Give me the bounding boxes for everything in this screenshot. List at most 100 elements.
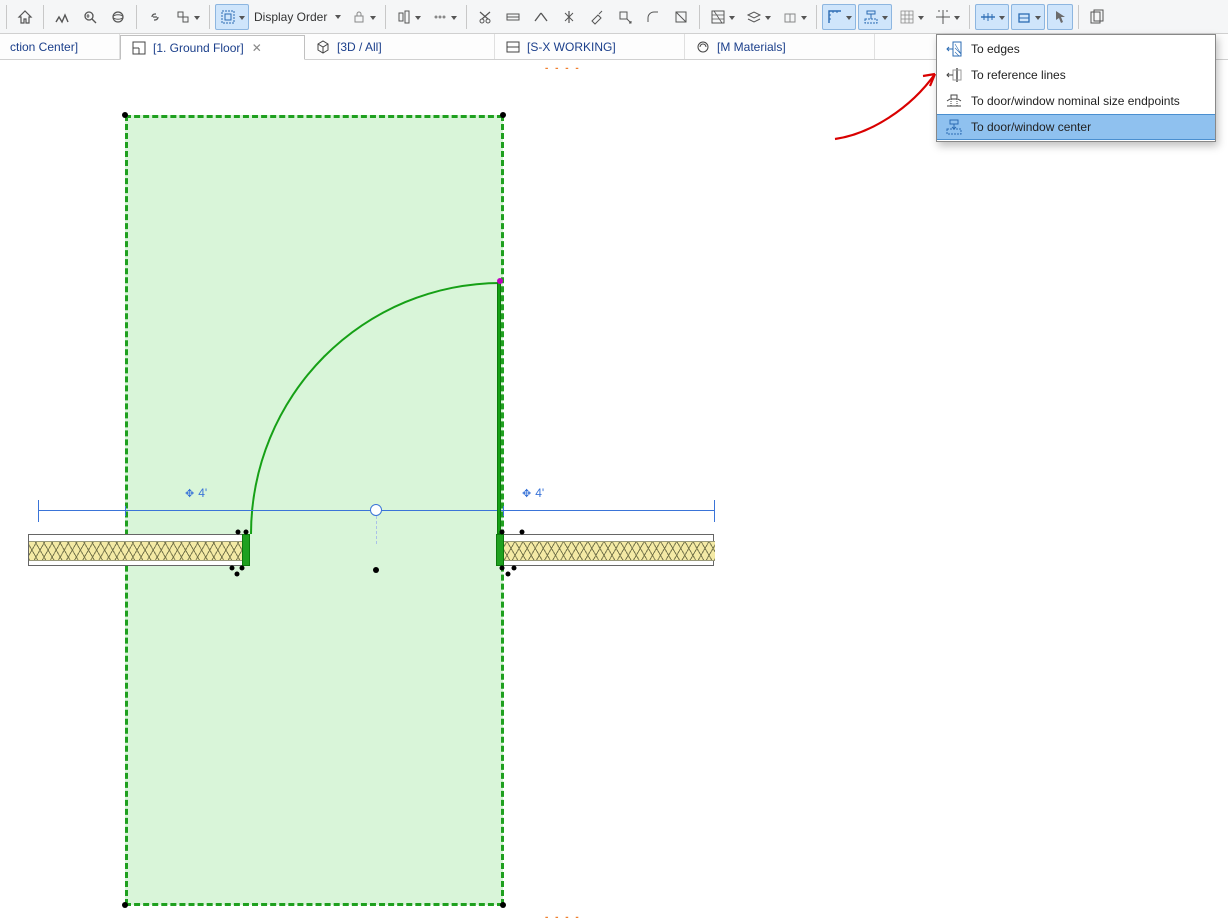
snap-dimension-menu[interactable] bbox=[858, 4, 892, 30]
dimension-snap-dropdown: To edges To reference lines To door/wind… bbox=[936, 34, 1216, 142]
arrange-menu[interactable] bbox=[170, 4, 204, 30]
floorplan-icon bbox=[131, 40, 147, 56]
selection-handle[interactable] bbox=[500, 530, 505, 535]
dimension-tick bbox=[125, 506, 126, 516]
selection-handle[interactable] bbox=[240, 566, 245, 571]
chevron-down-icon bbox=[729, 16, 735, 20]
guideline-display-menu[interactable] bbox=[975, 4, 1009, 30]
toolbar-separator bbox=[209, 5, 210, 29]
cursor-snap-icon[interactable] bbox=[1047, 4, 1073, 30]
room-edge bbox=[125, 115, 503, 118]
chevron-down-icon bbox=[882, 16, 888, 20]
dimension-value-left[interactable]: ✥4' bbox=[185, 486, 207, 500]
zoom-lock-icon[interactable] bbox=[77, 4, 103, 30]
dimension-center-marker[interactable] bbox=[370, 504, 382, 516]
closure-icon[interactable] bbox=[500, 4, 526, 30]
grouping-menu[interactable] bbox=[215, 4, 249, 30]
door-jamb-left bbox=[242, 534, 250, 566]
selection-handle[interactable] bbox=[500, 566, 505, 571]
align-menu[interactable] bbox=[391, 4, 425, 30]
tab-label: [S-X WORKING] bbox=[527, 40, 616, 54]
tab-ground-floor[interactable]: [1. Ground Floor] ✕ bbox=[120, 35, 305, 60]
selection-handle[interactable] bbox=[520, 530, 525, 535]
to-edges-icon bbox=[945, 40, 963, 58]
dimension-tick bbox=[503, 506, 504, 516]
resize-icon[interactable] bbox=[668, 4, 694, 30]
menu-item-to-door-window-center[interactable]: To door/window center bbox=[937, 114, 1215, 140]
trim-icon[interactable] bbox=[528, 4, 554, 30]
link-icon[interactable] bbox=[142, 4, 168, 30]
menu-item-to-reference-lines[interactable]: To reference lines bbox=[937, 62, 1215, 88]
wall-insulation bbox=[501, 541, 715, 561]
chevron-down-icon bbox=[370, 16, 376, 20]
corner-handle[interactable] bbox=[122, 902, 128, 908]
settings-icon[interactable] bbox=[1084, 4, 1110, 30]
grid-display-menu[interactable] bbox=[894, 4, 928, 30]
chevron-down-icon bbox=[239, 16, 245, 20]
snap-surface-menu[interactable] bbox=[1011, 4, 1045, 30]
tab-action-center[interactable]: ction Center] bbox=[0, 34, 120, 59]
snap-grid-menu[interactable] bbox=[930, 4, 964, 30]
close-icon[interactable]: ✕ bbox=[250, 41, 264, 55]
tab-label: ction Center] bbox=[10, 40, 78, 54]
section-icon bbox=[505, 39, 521, 55]
guide-mark-top: - - - - bbox=[545, 63, 581, 74]
corner-handle[interactable] bbox=[500, 112, 506, 118]
dimension-text: 4' bbox=[198, 486, 207, 500]
selection-handle[interactable] bbox=[236, 530, 241, 535]
wall-segment-right[interactable] bbox=[500, 534, 714, 566]
display-order-label[interactable]: Display Order bbox=[250, 10, 345, 24]
selection-handle[interactable] bbox=[244, 530, 249, 535]
tab-label: [M Materials] bbox=[717, 40, 786, 54]
selection-handle[interactable] bbox=[230, 566, 235, 571]
corner-handle[interactable] bbox=[500, 902, 506, 908]
lock-layers-menu[interactable] bbox=[346, 4, 380, 30]
fillet-icon[interactable] bbox=[640, 4, 666, 30]
main-toolbar: Display Order bbox=[0, 0, 1228, 34]
dimension-endpoint[interactable] bbox=[714, 500, 715, 522]
corner-handle[interactable] bbox=[122, 112, 128, 118]
menu-item-label: To door/window nominal size endpoints bbox=[971, 94, 1180, 108]
toolbar-separator bbox=[699, 5, 700, 29]
tab-materials[interactable]: [M Materials] bbox=[685, 34, 875, 59]
toolbar-separator bbox=[6, 5, 7, 29]
distribute-menu[interactable] bbox=[427, 4, 461, 30]
dimension-endpoint[interactable] bbox=[38, 500, 39, 522]
display-order-text: Display Order bbox=[254, 10, 327, 24]
ruler-menu[interactable] bbox=[822, 4, 856, 30]
wall-segment-left[interactable] bbox=[28, 534, 244, 566]
drawing-canvas[interactable]: - - - - ✥4' ✥4' bbox=[0, 60, 1228, 924]
solid-display-menu[interactable] bbox=[777, 4, 811, 30]
selection-handle[interactable] bbox=[506, 572, 511, 577]
adjust-icon[interactable] bbox=[584, 4, 610, 30]
toolbar-separator bbox=[1078, 5, 1079, 29]
chevron-down-icon bbox=[801, 16, 807, 20]
extend-icon[interactable] bbox=[612, 4, 638, 30]
selection-handle[interactable] bbox=[235, 572, 240, 577]
menu-item-label: To edges bbox=[971, 42, 1020, 56]
cut-icon[interactable] bbox=[472, 4, 498, 30]
door-center-point[interactable] bbox=[373, 567, 379, 573]
tab-sx-working[interactable]: [S-X WORKING] bbox=[495, 34, 685, 59]
split-icon[interactable] bbox=[556, 4, 582, 30]
tab-3d-all[interactable]: [3D / All] bbox=[305, 34, 495, 59]
guide-mark-bottom: - - - - bbox=[545, 912, 581, 923]
orbit-icon[interactable] bbox=[105, 4, 131, 30]
home-icon[interactable] bbox=[12, 4, 38, 30]
selection-handle[interactable] bbox=[512, 566, 517, 571]
materials-icon bbox=[695, 39, 711, 55]
cube-icon bbox=[315, 39, 331, 55]
trace-reference-icon[interactable] bbox=[49, 4, 75, 30]
to-reference-lines-icon bbox=[945, 66, 963, 84]
chevron-down-icon bbox=[918, 16, 924, 20]
chevron-down-icon bbox=[1035, 16, 1041, 20]
door-jamb-right bbox=[496, 534, 504, 566]
hatch-display-menu[interactable] bbox=[705, 4, 739, 30]
layer-display-menu[interactable] bbox=[741, 4, 775, 30]
dimension-value-right[interactable]: ✥4' bbox=[522, 486, 544, 500]
menu-item-to-nominal-endpoints[interactable]: To door/window nominal size endpoints bbox=[937, 88, 1215, 114]
chevron-down-icon bbox=[194, 16, 200, 20]
door-hinge-point[interactable] bbox=[497, 278, 503, 284]
chevron-down-icon bbox=[415, 16, 421, 20]
menu-item-to-edges[interactable]: To edges bbox=[937, 36, 1215, 62]
